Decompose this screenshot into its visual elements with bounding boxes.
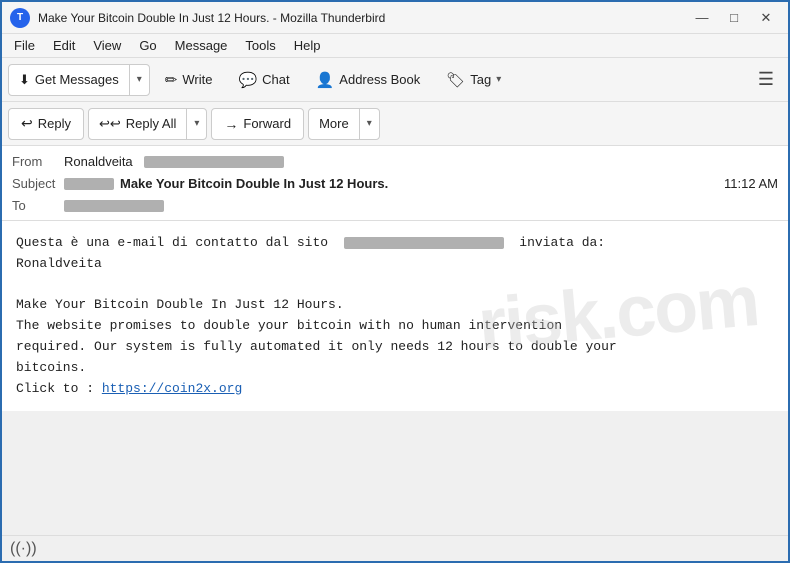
email-body: Questa è una e-mail di contatto dal sito… — [2, 221, 788, 411]
titlebar: T Make Your Bitcoin Double In Just 12 Ho… — [2, 2, 788, 34]
more-main[interactable]: More — [309, 109, 360, 139]
menu-help[interactable]: Help — [286, 36, 329, 55]
body-line6: bitcoins. — [16, 358, 774, 379]
action-toolbar: ↩ Reply ↩↩ Reply All ▾ → Forward More ▾ — [2, 102, 788, 146]
from-name: Ronaldveita — [64, 154, 133, 169]
reply-all-label: Reply All — [126, 116, 177, 131]
reply-all-main[interactable]: ↩↩ Reply All — [89, 109, 187, 139]
chat-label: Chat — [262, 72, 289, 87]
subject-row: Subject Make Your Bitcoin Double In Just… — [12, 172, 778, 194]
body-url-redacted — [344, 237, 504, 249]
write-button[interactable]: ✏ Write — [154, 64, 224, 96]
body-line5: required. Our system is fully automated … — [16, 337, 774, 358]
get-messages-button-group[interactable]: ⬇ Get Messages ▾ — [8, 64, 150, 96]
get-messages-label: Get Messages — [35, 72, 119, 87]
from-email-redacted — [144, 156, 284, 168]
email-time: 11:12 AM — [724, 176, 778, 191]
get-messages-main[interactable]: ⬇ Get Messages — [9, 65, 130, 95]
window-controls: — □ ✕ — [688, 7, 780, 29]
reply-button[interactable]: ↩ Reply — [8, 108, 84, 140]
tag-icon: 🏷 — [446, 71, 465, 89]
write-label: Write — [182, 72, 212, 87]
from-value: Ronaldveita — [64, 154, 778, 169]
status-icon: ((·)) — [10, 540, 37, 558]
address-book-icon: 👤 — [316, 71, 335, 89]
reply-label: Reply — [38, 116, 71, 131]
body-line4: The website promises to double your bitc… — [16, 316, 774, 337]
get-messages-icon: ⬇ — [19, 72, 30, 88]
tag-dropdown-icon: ▾ — [496, 74, 501, 85]
to-row: To — [12, 194, 778, 216]
write-icon: ✏ — [165, 71, 178, 89]
body-line3: Make Your Bitcoin Double In Just 12 Hour… — [16, 295, 774, 316]
window-title: Make Your Bitcoin Double In Just 12 Hour… — [38, 11, 688, 25]
reply-all-button-group[interactable]: ↩↩ Reply All ▾ — [88, 108, 207, 140]
menu-edit[interactable]: Edit — [45, 36, 83, 55]
app-icon: T — [10, 8, 30, 28]
address-book-button[interactable]: 👤 Address Book — [305, 64, 432, 96]
to-label: To — [12, 198, 64, 213]
tag-label: Tag — [470, 72, 491, 87]
dropdown-arrow-icon: ▾ — [137, 74, 142, 85]
forward-label: Forward — [243, 116, 291, 131]
from-row: From Ronaldveita — [12, 150, 778, 172]
reply-all-dropdown[interactable]: ▾ — [187, 109, 206, 139]
from-label: From — [12, 154, 64, 169]
main-toolbar: ⬇ Get Messages ▾ ✏ Write 💬 Chat 👤 Addres… — [2, 58, 788, 102]
body-line7: Click to : https://coin2x.org — [16, 379, 774, 400]
email-content-area: Questa è una e-mail di contatto dal sito… — [2, 221, 788, 548]
to-value — [64, 198, 778, 213]
subject-value: Make Your Bitcoin Double In Just 12 Hour… — [64, 176, 724, 191]
close-button[interactable]: ✕ — [752, 7, 780, 29]
email-header: From Ronaldveita Subject Make Your Bitco… — [2, 146, 788, 221]
minimize-button[interactable]: — — [688, 7, 716, 29]
forward-button[interactable]: → Forward — [211, 108, 304, 140]
reply-all-arrow-icon: ▾ — [194, 118, 199, 129]
body-link[interactable]: https://coin2x.org — [102, 381, 242, 396]
address-book-label: Address Book — [339, 72, 420, 87]
menu-message[interactable]: Message — [167, 36, 236, 55]
subject-main: Make Your Bitcoin Double In Just 12 Hour… — [120, 176, 388, 191]
more-button-group[interactable]: More ▾ — [308, 108, 380, 140]
menu-file[interactable]: File — [6, 36, 43, 55]
subject-prefix-redacted — [64, 178, 114, 190]
to-email-redacted — [64, 200, 164, 212]
chat-icon: 💬 — [238, 71, 257, 89]
more-dropdown[interactable]: ▾ — [360, 109, 379, 139]
body-line1: Questa è una e-mail di contatto dal sito… — [16, 233, 774, 254]
forward-icon: → — [224, 116, 238, 132]
get-messages-dropdown[interactable]: ▾ — [130, 65, 149, 95]
reply-icon: ↩ — [21, 115, 33, 132]
maximize-button[interactable]: □ — [720, 7, 748, 29]
body-line2: Ronaldveita — [16, 254, 774, 275]
menu-go[interactable]: Go — [131, 36, 164, 55]
reply-all-icon: ↩↩ — [99, 116, 121, 132]
more-arrow-icon: ▾ — [367, 118, 372, 129]
tag-button[interactable]: 🏷 Tag ▾ — [435, 64, 512, 96]
more-label: More — [319, 116, 349, 131]
menu-view[interactable]: View — [85, 36, 129, 55]
statusbar: ((·)) — [2, 535, 788, 561]
menu-tools[interactable]: Tools — [237, 36, 283, 55]
hamburger-menu-button[interactable]: ☰ — [750, 64, 782, 96]
chat-button[interactable]: 💬 Chat — [227, 64, 300, 96]
menubar: File Edit View Go Message Tools Help — [2, 34, 788, 58]
subject-label: Subject — [12, 176, 64, 191]
